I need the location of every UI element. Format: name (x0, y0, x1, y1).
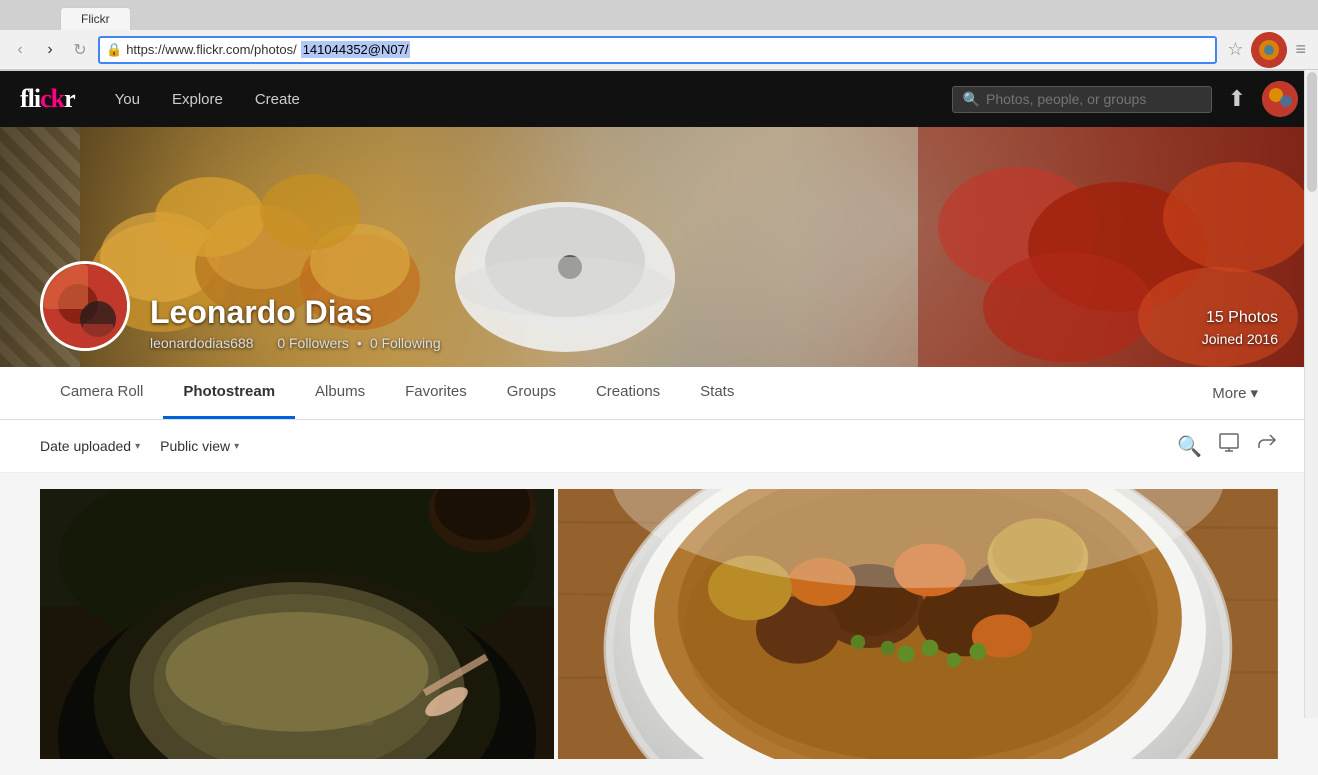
tabs-bar: Camera Roll Photostream Albums Favorites… (0, 367, 1318, 420)
address-base: https://www.flickr.com/photos/ (126, 42, 297, 57)
profile-followers[interactable]: 0 Followers (277, 335, 349, 351)
refresh-button[interactable]: ↻ (68, 38, 92, 62)
tab-camera-roll[interactable]: Camera Roll (40, 367, 163, 419)
photo-1-wrap (40, 489, 554, 759)
browser-tabs: Flickr (0, 0, 1318, 30)
bookmark-button[interactable]: ☆ (1223, 35, 1247, 64)
tab-groups[interactable]: Groups (487, 367, 576, 419)
address-bar[interactable]: 🔒 https://www.flickr.com/photos/14104435… (98, 36, 1217, 64)
view-filter-label: Public view (160, 438, 230, 454)
cover-photo: Leonardo Dias leonardodias688 0 Follower… (0, 127, 1318, 367)
joined-date: Joined 2016 (1202, 331, 1278, 347)
search-input[interactable] (986, 91, 1201, 107)
photo-item[interactable] (40, 489, 554, 759)
profile-section: Leonardo Dias leonardodias688 0 Follower… (0, 261, 1318, 367)
nav-link-you[interactable]: You (99, 71, 156, 127)
forward-button[interactable]: › (38, 38, 62, 62)
scrollbar[interactable] (1304, 70, 1318, 718)
profile-name: Leonardo Dias (150, 294, 1182, 331)
flickr-logo[interactable]: flickr (20, 84, 75, 114)
search-bar[interactable]: 🔍 (952, 86, 1212, 113)
address-highlighted: 141044352@N07/ (301, 41, 411, 58)
date-filter-arrow: ▾ (135, 441, 140, 452)
nav-link-explore[interactable]: Explore (156, 71, 239, 127)
photos-grid (0, 473, 1318, 775)
browser-actions: ☆ ≡ (1223, 32, 1310, 68)
nav-links: You Explore Create (99, 71, 952, 127)
flickr-app: flickr You Explore Create 🔍 ⬆ (0, 71, 1318, 775)
nav-link-create[interactable]: Create (239, 71, 316, 127)
profile-meta: leonardodias688 0 Followers • 0 Followin… (150, 335, 1182, 351)
view-filter-button[interactable]: Public view ▾ (160, 438, 239, 454)
date-filter-label: Date uploaded (40, 438, 131, 454)
tab-favorites[interactable]: Favorites (385, 367, 487, 419)
tab-more-arrow: ▾ (1250, 384, 1258, 402)
scrollbar-thumb[interactable] (1307, 72, 1317, 192)
photo-2-wrap (558, 489, 1278, 759)
profile-info: Leonardo Dias leonardodias688 0 Follower… (150, 294, 1182, 351)
search-icon: 🔍 (963, 91, 980, 108)
photo-item[interactable] (558, 489, 1278, 759)
tab-stats[interactable]: Stats (680, 367, 754, 419)
profile-username: leonardodias688 (150, 335, 254, 351)
browser-avatar[interactable] (1251, 32, 1287, 68)
browser-tab[interactable]: Flickr (60, 7, 131, 30)
tab-albums[interactable]: Albums (295, 367, 385, 419)
browser-toolbar: ‹ › ↻ 🔒 https://www.flickr.com/photos/14… (0, 30, 1318, 70)
tab-creations[interactable]: Creations (576, 367, 680, 419)
photos-count: 15 Photos (1202, 309, 1278, 327)
upload-button[interactable]: ⬆ (1228, 86, 1246, 112)
profile-separator: • (357, 335, 362, 351)
search-photos-icon[interactable]: 🔍 (1177, 434, 1202, 459)
share-icon[interactable] (1256, 432, 1278, 460)
tab-photostream[interactable]: Photostream (163, 367, 295, 419)
toolbar-actions: 🔍 (1177, 432, 1278, 460)
view-filter-arrow: ▾ (234, 441, 239, 452)
browser-chrome: Flickr ‹ › ↻ 🔒 https://www.flickr.com/ph… (0, 0, 1318, 71)
profile-stats: 15 Photos Joined 2016 (1202, 309, 1278, 351)
profile-following[interactable]: 0 Following (370, 335, 441, 351)
tab-more-label: More (1212, 385, 1246, 402)
tab-more[interactable]: More ▾ (1192, 368, 1278, 418)
date-filter-button[interactable]: Date uploaded ▾ (40, 438, 140, 454)
back-button[interactable]: ‹ (8, 38, 32, 62)
slideshow-icon[interactable] (1218, 432, 1240, 460)
photos-toolbar: Date uploaded ▾ Public view ▾ 🔍 (0, 420, 1318, 473)
browser-menu-button[interactable]: ≡ (1291, 35, 1310, 64)
flickr-navbar: flickr You Explore Create 🔍 ⬆ (0, 71, 1318, 127)
nav-right: ⬆ (1228, 81, 1298, 117)
lock-icon: 🔒 (106, 42, 122, 58)
profile-avatar[interactable] (40, 261, 130, 351)
user-avatar[interactable] (1262, 81, 1298, 117)
